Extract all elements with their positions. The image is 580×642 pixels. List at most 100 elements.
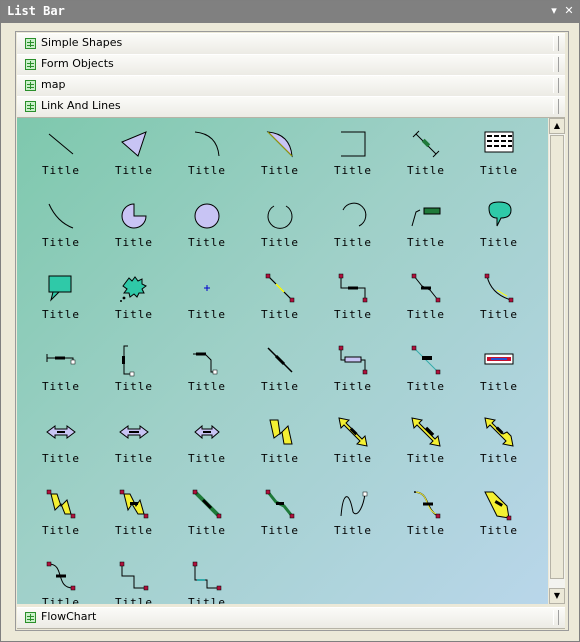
bar-form-objects[interactable]: Form Objects — [17, 54, 565, 76]
shape-item[interactable]: Title — [318, 124, 388, 184]
lightning-link-icon — [46, 489, 76, 519]
scroll-up-button[interactable]: ▲ — [549, 118, 565, 134]
shape-item[interactable]: Title — [26, 340, 96, 400]
crosshair-point-icon — [204, 285, 210, 291]
shape-item[interactable]: Title — [26, 412, 96, 472]
close-icon[interactable]: ✕ — [562, 4, 576, 18]
shape-item[interactable]: Title — [99, 412, 169, 472]
chord-shape-icon — [194, 203, 220, 229]
vertical-scrollbar[interactable]: ▲ ▼ — [549, 118, 565, 604]
shape-item-label: Title — [187, 236, 227, 249]
shape-item[interactable]: Title — [245, 124, 315, 184]
shape-item[interactable]: Title — [172, 412, 242, 472]
bar-link-and-lines[interactable]: Link And Lines — [17, 96, 565, 118]
shape-item-label: Title — [479, 524, 519, 537]
shape-item[interactable]: Title — [391, 412, 461, 472]
link-step-icon — [193, 352, 218, 375]
bar-simple-shapes[interactable]: Simple Shapes — [17, 33, 565, 55]
pin-down-icon[interactable]: ▾ — [547, 4, 561, 18]
shape-item[interactable]: Title — [245, 268, 315, 328]
shape-item-label: Title — [41, 164, 81, 177]
shape-item[interactable]: Title — [464, 124, 534, 184]
shape-item-label: Title — [187, 164, 227, 177]
shape-item[interactable]: Title — [172, 340, 242, 400]
grid-icon — [25, 80, 36, 91]
shape-item-label: Title — [41, 524, 81, 537]
shape-item[interactable]: Title — [464, 484, 534, 544]
shape-item[interactable]: Title — [464, 412, 534, 472]
shape-item-label: Title — [406, 380, 446, 393]
shape-item[interactable]: Title — [26, 268, 96, 328]
arc-icon — [194, 131, 220, 157]
shape-item[interactable]: Title — [172, 196, 242, 256]
curve-line-icon — [48, 203, 74, 229]
thick-link-alt-icon — [265, 489, 295, 519]
shape-item[interactable]: Title — [26, 196, 96, 256]
diagonal-double-arrow-icon — [338, 417, 368, 447]
double-arrow-short-icon — [194, 424, 220, 440]
shape-item[interactable]: Title — [99, 124, 169, 184]
bezier-curve-icon — [340, 491, 368, 517]
shape-item[interactable]: Title — [172, 268, 242, 328]
shape-item[interactable]: Title — [245, 196, 315, 256]
shape-item[interactable]: Title — [318, 484, 388, 544]
link-orthogonal-icon — [338, 273, 368, 303]
bar-grip — [553, 57, 559, 72]
shape-item-label: Title — [260, 524, 300, 537]
shape-item[interactable]: Title — [26, 484, 96, 544]
shape-item-label: Title — [187, 380, 227, 393]
shape-item[interactable]: Title — [172, 484, 242, 544]
shape-item[interactable]: Title — [391, 196, 461, 256]
double-arrow-icon — [46, 425, 76, 439]
shape-item[interactable]: Title — [245, 484, 315, 544]
link-labeled-diagonal-icon — [411, 345, 441, 375]
shape-item[interactable]: Title — [99, 196, 169, 256]
shape-item[interactable]: Title — [464, 196, 534, 256]
s-curve-link-icon — [46, 561, 76, 591]
shape-item-label: Title — [479, 236, 519, 249]
title-bar[interactable]: List Bar ▾ ✕ — [1, 1, 579, 23]
scroll-down-button[interactable]: ▼ — [549, 588, 565, 604]
bar-map[interactable]: map — [17, 75, 565, 97]
shape-item[interactable]: Title — [245, 340, 315, 400]
shape-item[interactable]: Title — [464, 268, 534, 328]
shape-item[interactable]: Title — [245, 412, 315, 472]
shape-item[interactable]: Title — [391, 124, 461, 184]
shape-item[interactable]: Title — [99, 268, 169, 328]
bar-label: map — [41, 78, 66, 91]
list-bar-window: List Bar ▾ ✕ Simple Shapes Form Objects … — [0, 0, 580, 642]
bar-flowchart[interactable]: FlowChart — [17, 607, 565, 629]
shape-item-label: Title — [406, 452, 446, 465]
link-hook-icon — [46, 354, 76, 365]
shape-item[interactable]: Title — [318, 412, 388, 472]
shape-item-label: Title — [406, 164, 446, 177]
bar-label: FlowChart — [41, 610, 97, 623]
list-bar-frame: Simple Shapes Form Objects map Link And … — [15, 31, 569, 631]
scroll-thumb[interactable] — [550, 135, 564, 579]
diagonal-double-arrow-alt-icon — [411, 417, 441, 447]
shape-item[interactable]: Title — [391, 340, 461, 400]
shape-item[interactable]: Title — [99, 340, 169, 400]
shape-item[interactable]: Title — [172, 556, 242, 604]
shape-item[interactable]: Title — [99, 484, 169, 544]
shape-item-label: Title — [406, 236, 446, 249]
shape-item[interactable]: Title — [172, 124, 242, 184]
shape-item[interactable]: Title — [99, 556, 169, 604]
open-arc-icon — [267, 205, 293, 229]
bar-grip — [553, 78, 559, 93]
lightning-link-alt-icon — [119, 489, 149, 519]
shape-item[interactable]: Title — [318, 196, 388, 256]
shape-item-label: Title — [114, 596, 154, 604]
shape-item[interactable]: Title — [391, 268, 461, 328]
shape-item[interactable]: Title — [464, 340, 534, 400]
shape-item-label: Title — [114, 236, 154, 249]
link-dashed-icon — [267, 347, 293, 373]
grid-icon — [25, 101, 36, 112]
shape-item[interactable]: Title — [318, 340, 388, 400]
shape-item[interactable]: Title — [26, 124, 96, 184]
shape-item[interactable]: Title — [26, 556, 96, 604]
shape-item-label: Title — [333, 452, 373, 465]
arrow-link-icon — [484, 491, 512, 521]
shape-item[interactable]: Title — [391, 484, 461, 544]
shape-item[interactable]: Title — [318, 268, 388, 328]
